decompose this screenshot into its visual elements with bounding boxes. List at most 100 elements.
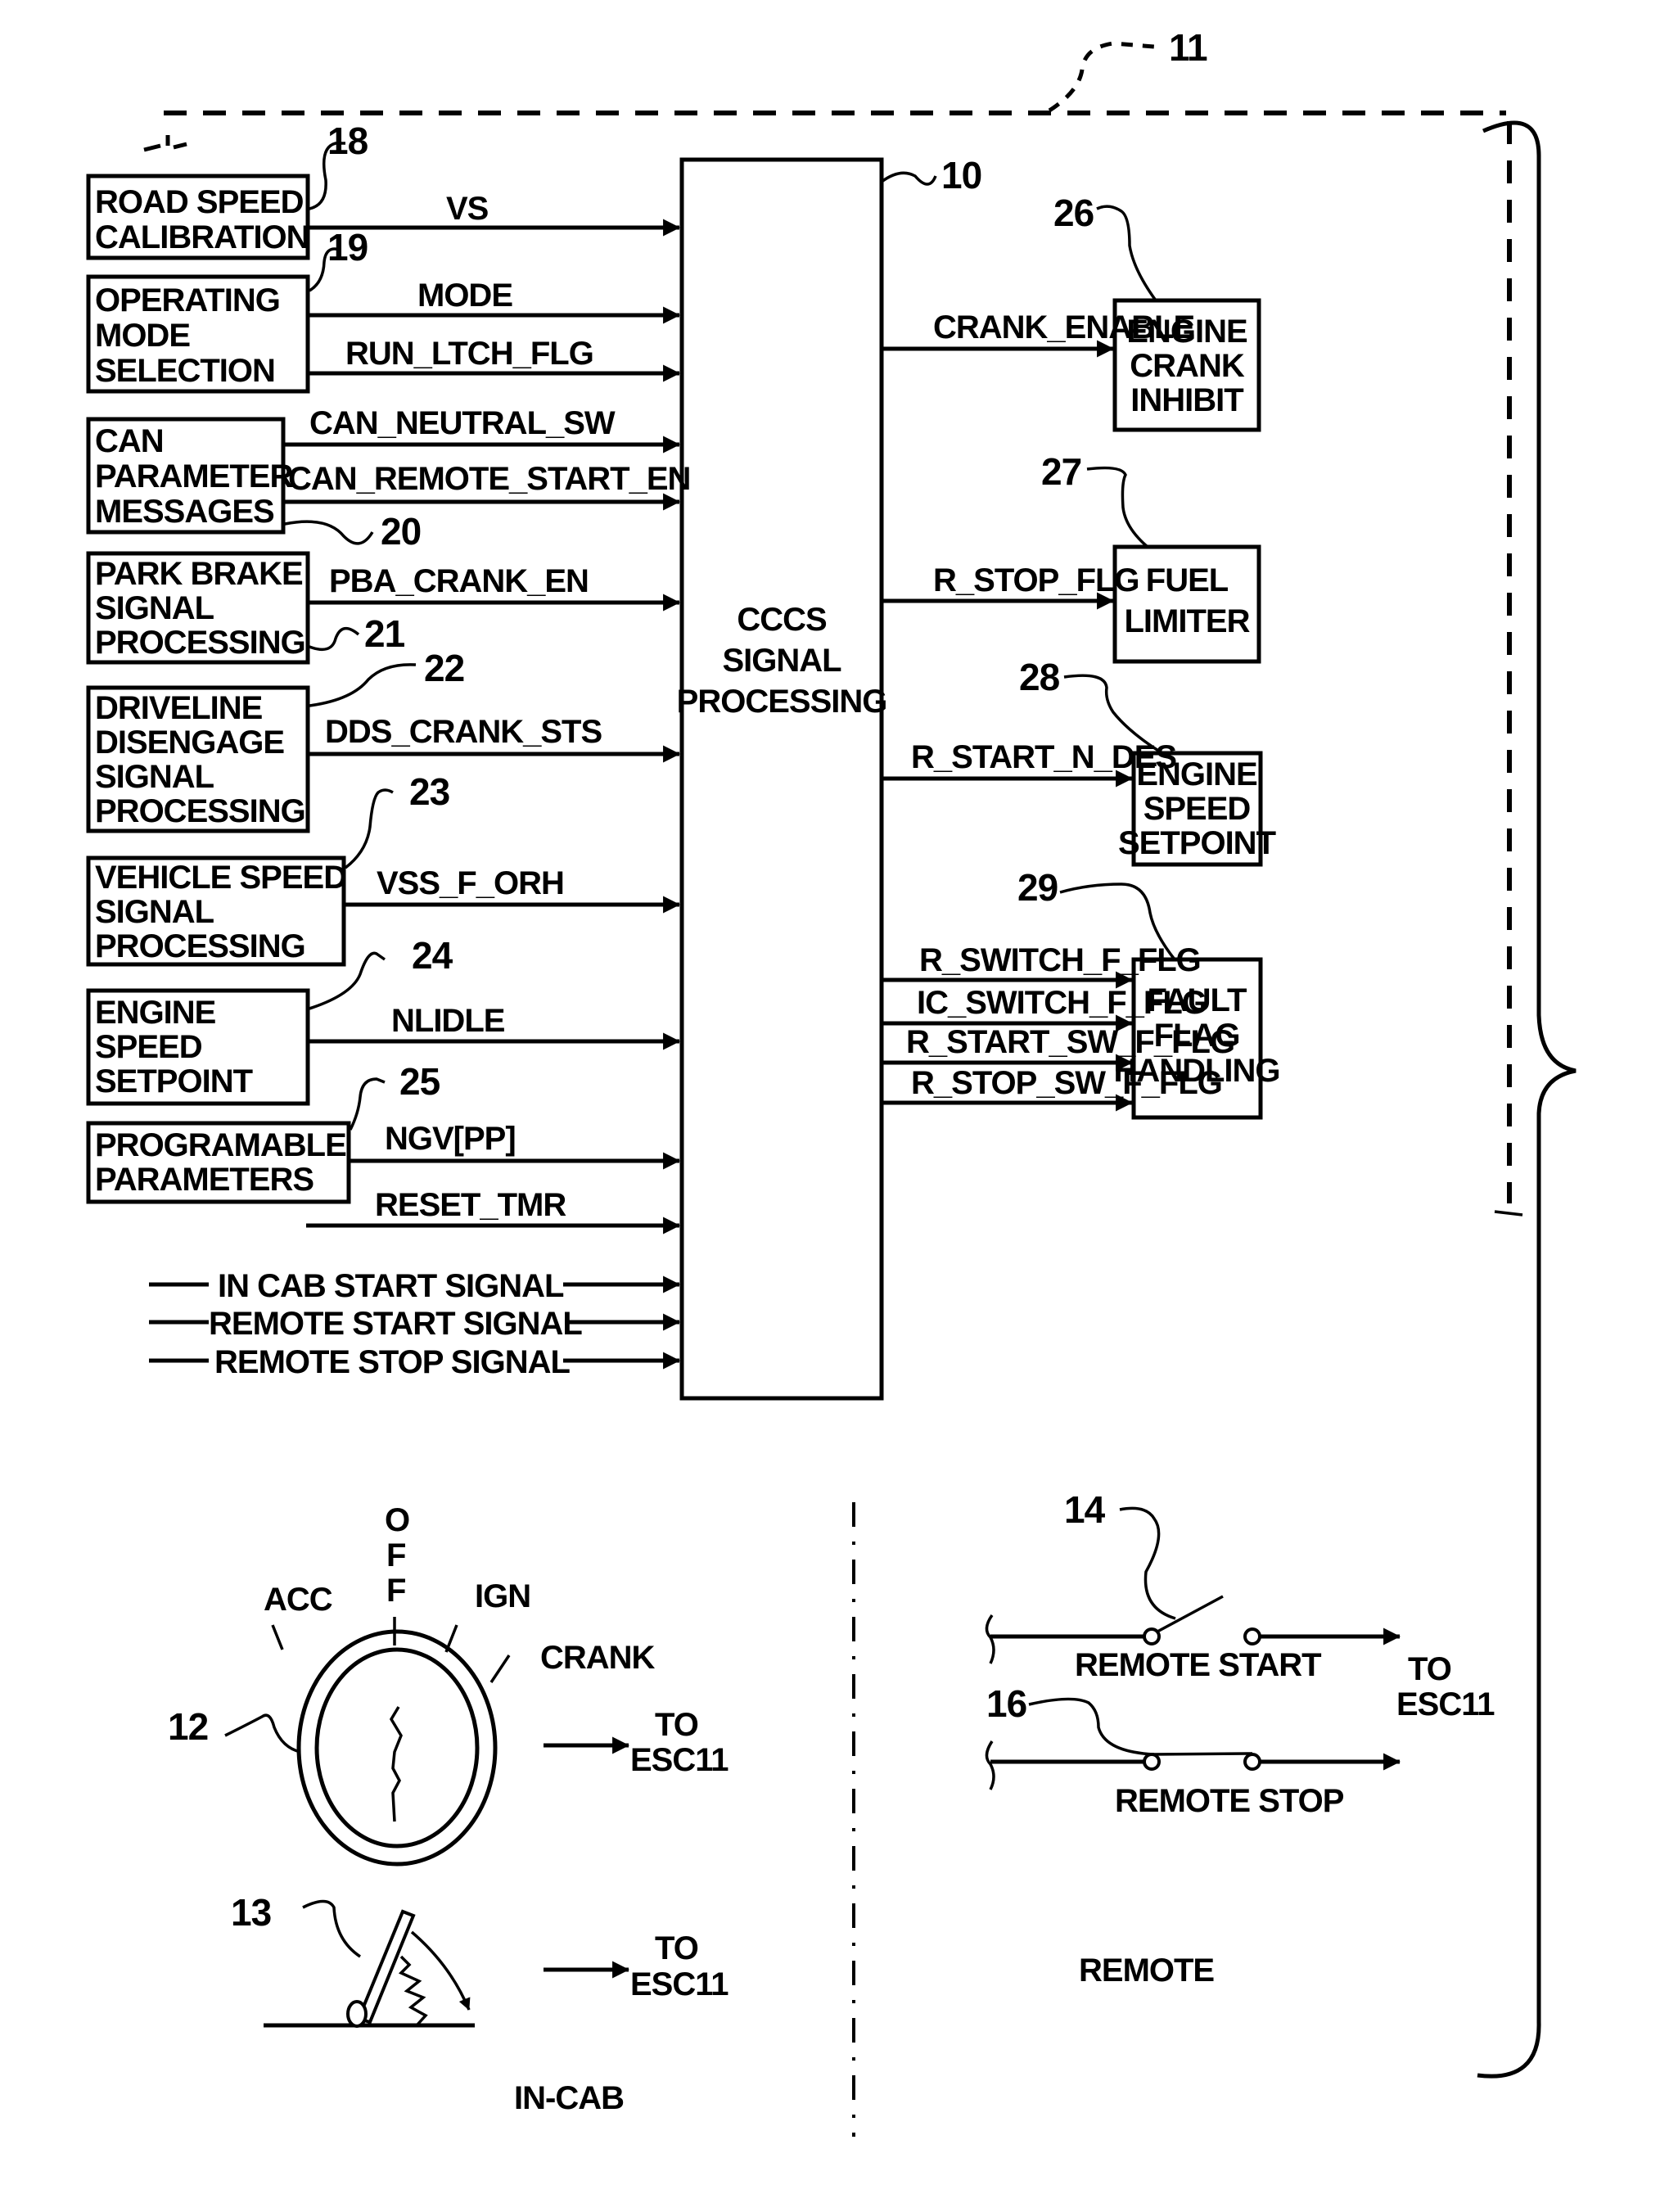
brake-pedal-switch[interactable] xyxy=(264,1909,475,2028)
processor-label-line-1: CCCS xyxy=(737,602,827,638)
block-label-line: PROGRAMABLE xyxy=(95,1127,346,1163)
ref-19: 19 xyxy=(327,226,368,269)
block-label-line: PARK BRAKE xyxy=(95,556,303,592)
leader-22 xyxy=(309,663,417,707)
block-label-line: SPEED xyxy=(1143,791,1251,827)
block-label-line: SIGNAL xyxy=(95,759,214,795)
signal-label-run-ltch-flg: RUN_LTCH_FLG xyxy=(345,336,593,372)
remote-start-contact-2 xyxy=(1243,1627,1261,1645)
ref-25: 25 xyxy=(399,1060,440,1103)
tick-crank xyxy=(489,1654,511,1683)
position-acc: ACC xyxy=(264,1582,332,1618)
block-label-line: MODE xyxy=(95,318,190,354)
block-label-line: SIGNAL xyxy=(95,590,214,626)
ref-13: 13 xyxy=(231,1891,271,1934)
block-label-line: MESSAGES xyxy=(95,494,274,530)
ref-24: 24 xyxy=(412,934,453,977)
remote-esc-label: ESC11 xyxy=(1396,1686,1495,1722)
block-label-line: FUEL xyxy=(1146,562,1229,598)
bracket-brace xyxy=(1477,120,1577,2079)
block-label-line: PARAMETER xyxy=(95,458,293,494)
tick-acc xyxy=(271,1624,284,1650)
signal-label-remote-start: REMOTE START SIGNAL xyxy=(209,1306,582,1342)
ref-22: 22 xyxy=(424,647,464,689)
boundary-left-stub xyxy=(143,135,187,152)
ref-18: 18 xyxy=(327,120,368,162)
tick-ign xyxy=(444,1624,458,1653)
processor-label-line-3: PROCESSING xyxy=(677,684,887,720)
input-block-road-speed-calibration[interactable]: ROAD SPEED CALIBRATION xyxy=(86,174,310,260)
signal-label-r-stop-flg: R_STOP_FLG xyxy=(933,562,1139,598)
block-label-line: PROCESSING xyxy=(95,928,305,964)
leader-25 xyxy=(349,1077,386,1131)
signal-label-r-switch-f-flg: R_SWITCH_F_FLG xyxy=(919,942,1201,978)
position-off-f2: F xyxy=(386,1573,405,1609)
block-label-line: SETPOINT xyxy=(1118,825,1276,861)
ref-29: 29 xyxy=(1017,866,1058,909)
processor-rect xyxy=(679,157,884,1401)
boundary-corner-bottom xyxy=(1494,1210,1523,1217)
input-block-engine-speed-setpoint[interactable]: ENGINE SPEED SETPOINT xyxy=(86,988,310,1106)
input-block-operating-mode-selection[interactable]: OPERATING MODE SELECTION xyxy=(86,274,310,394)
block-label-line: PROCESSING xyxy=(95,625,305,661)
signal-label-ngv-pp: NGV[PP] xyxy=(385,1121,516,1157)
ref-20: 20 xyxy=(381,510,421,553)
pedal-arm xyxy=(356,1909,416,2025)
ref-12: 12 xyxy=(168,1705,208,1748)
ignition-esc-label: ESC11 xyxy=(630,1742,728,1778)
section-label-remote: REMOTE xyxy=(1079,1952,1214,1989)
remote-start-label: REMOTE START xyxy=(1075,1647,1321,1683)
leader-10 xyxy=(880,171,937,186)
block-label-line: CRANK xyxy=(1130,348,1245,384)
block-label-line: LIMITER xyxy=(1125,603,1251,639)
cccs-signal-processing-block[interactable]: CCCS SIGNAL PROCESSING xyxy=(677,157,887,1401)
leader-20 xyxy=(284,520,374,545)
position-off-o: O xyxy=(385,1502,409,1538)
input-block-vehicle-speed-signal-processing[interactable]: VEHICLE SPEED SIGNAL PROCESSING xyxy=(86,855,347,967)
block-label-line: PROCESSING xyxy=(95,793,305,829)
block-label-line: DISENGAGE xyxy=(95,725,284,761)
remote-to-label: TO xyxy=(1408,1651,1451,1687)
signal-label-remote-stop: REMOTE STOP SIGNAL xyxy=(214,1344,570,1380)
leader-26 xyxy=(1096,205,1157,302)
block-label-line: OPERATING xyxy=(95,282,280,318)
ignition-to-label: TO xyxy=(655,1707,698,1743)
block-label-line: SELECTION xyxy=(95,353,275,389)
signal-label-crank-enable: CRANK_ENABLE xyxy=(933,309,1194,345)
signal-label-ic-switch-f-flg: IC_SWITCH_F_FLG xyxy=(917,985,1207,1021)
input-block-driveline-disengage-signal-processing[interactable]: DRIVELINE DISENGAGE SIGNAL PROCESSING xyxy=(86,685,310,833)
block-label-line: SETPOINT xyxy=(95,1063,253,1099)
signal-label-r-start-sw-f-flg: R_START_SW_F_FLG xyxy=(906,1024,1234,1060)
leader-27 xyxy=(1086,466,1149,548)
signal-label-pba-crank-en: PBA_CRANK_EN xyxy=(329,563,589,599)
wire-break-start xyxy=(985,1614,995,1664)
input-block-park-brake-signal-processing[interactable]: PARK BRAKE SIGNAL PROCESSING xyxy=(86,551,310,665)
ref-16: 16 xyxy=(986,1682,1026,1725)
signal-label-r-stop-sw-f-flg: R_STOP_SW_F_FLG xyxy=(911,1065,1222,1101)
wire-break-stop xyxy=(985,1740,995,1790)
block-label-line: ENGINE xyxy=(95,995,216,1031)
ref-27: 27 xyxy=(1041,450,1081,493)
block-label-line: CAN xyxy=(95,423,164,459)
block-label-line: SIGNAL xyxy=(95,894,214,930)
leader-13 xyxy=(302,1899,361,1958)
position-off-f1: F xyxy=(386,1537,405,1573)
pedal-to-label: TO xyxy=(655,1930,698,1966)
signal-label-nlidle: NLIDLE xyxy=(391,1003,505,1039)
position-ign: IGN xyxy=(475,1578,530,1614)
leader-23 xyxy=(344,788,394,869)
leader-21 xyxy=(309,626,360,652)
input-block-can-parameter-messages[interactable]: CAN PARAMETER MESSAGES xyxy=(86,417,294,535)
ref-21: 21 xyxy=(364,612,405,655)
pedal-spring xyxy=(398,1955,428,2026)
signal-label-can-neutral-sw: CAN_NEUTRAL_SW xyxy=(309,405,616,441)
remote-stop-label: REMOTE STOP xyxy=(1115,1783,1344,1819)
block-label-line: VEHICLE SPEED xyxy=(95,860,346,896)
signal-label-vs: VS xyxy=(446,191,489,227)
ref-11: 11 xyxy=(1169,26,1207,69)
signal-label-r-start-n-des: R_START_N_DES xyxy=(911,739,1176,775)
ignition-key-switch[interactable] xyxy=(296,1629,498,1867)
input-block-programable-parameters[interactable]: PROGRAMABLE PARAMETERS xyxy=(86,1121,351,1204)
signal-label-dds-crank-sts: DDS_CRANK_STS xyxy=(325,714,602,750)
block-label-line: PARAMETERS xyxy=(95,1162,314,1198)
